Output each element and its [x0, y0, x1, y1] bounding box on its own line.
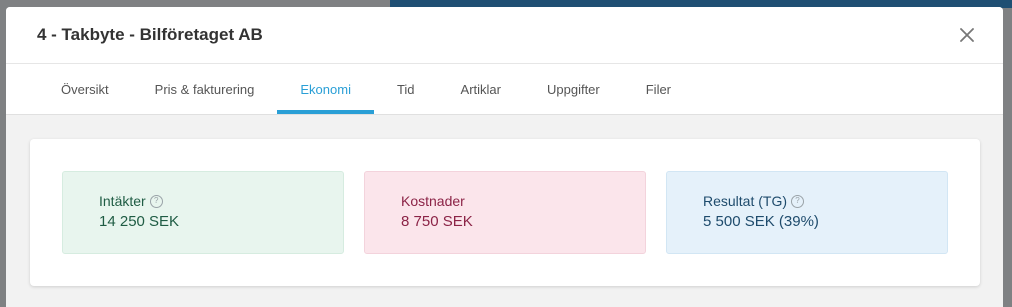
tab-uppgifter[interactable]: Uppgifter: [524, 64, 623, 114]
income-label-row: Intäkter ?: [99, 193, 343, 209]
result-card: Resultat (TG) ? 5 500 SEK (39%): [666, 171, 948, 254]
result-label-row: Resultat (TG) ?: [703, 193, 947, 209]
result-value: 5 500 SEK (39%): [703, 213, 819, 230]
costs-value: 8 750 SEK: [401, 213, 473, 230]
costs-card: Kostnader 8 750 SEK: [364, 171, 646, 254]
tab-ekonomi[interactable]: Ekonomi: [277, 64, 374, 114]
tab-bar: Översikt Pris & fakturering Ekonomi Tid …: [6, 64, 1003, 115]
close-button[interactable]: [955, 23, 979, 47]
tab-tid[interactable]: Tid: [374, 64, 438, 114]
costs-label: Kostnader: [401, 193, 465, 209]
tab-artiklar[interactable]: Artiklar: [438, 64, 524, 114]
income-value: 14 250 SEK: [99, 213, 180, 230]
project-modal: 4 - Takbyte - Bilföretaget AB Översikt P…: [6, 7, 1003, 307]
economy-panel: Intäkter ? 14 250 SEK Kostnader 8 750 SE…: [30, 139, 980, 286]
help-icon[interactable]: ?: [149, 194, 163, 208]
tab-pris-fakturering[interactable]: Pris & fakturering: [132, 64, 278, 114]
tab-oversikt[interactable]: Översikt: [38, 64, 132, 114]
modal-title: 4 - Takbyte - Bilföretaget AB: [37, 25, 263, 44]
close-icon: [960, 28, 974, 42]
modal-header: 4 - Takbyte - Bilföretaget AB: [6, 7, 1003, 64]
tab-filer[interactable]: Filer: [623, 64, 694, 114]
costs-label-row: Kostnader: [401, 193, 645, 209]
help-icon[interactable]: ?: [791, 194, 805, 208]
income-card: Intäkter ? 14 250 SEK: [62, 171, 344, 254]
income-label: Intäkter: [99, 193, 146, 209]
result-label: Resultat (TG): [703, 193, 788, 209]
economy-cards: Intäkter ? 14 250 SEK Kostnader 8 750 SE…: [62, 171, 948, 254]
